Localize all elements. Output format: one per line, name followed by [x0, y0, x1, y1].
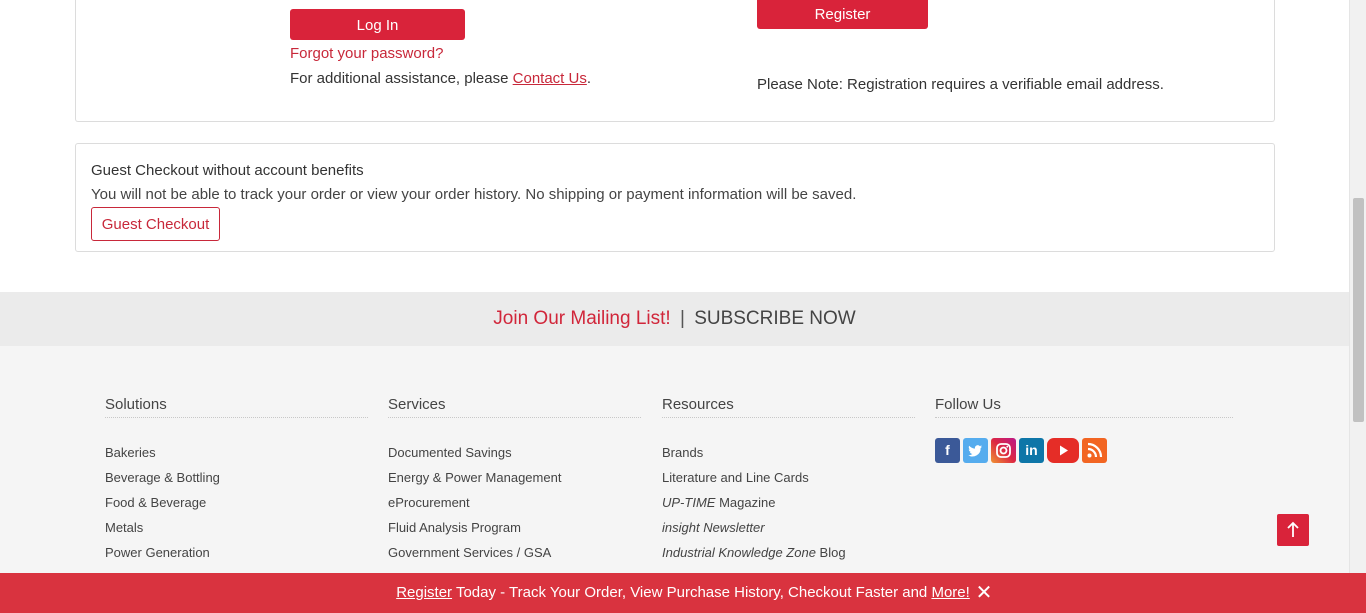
footer-link[interactable]: Fluid Analysis Program	[388, 519, 561, 544]
guest-checkout-title: Guest Checkout without account benefits	[91, 162, 364, 179]
promo-register-link[interactable]: Register	[396, 584, 452, 601]
assistance-prefix: For additional assistance, please	[290, 70, 513, 87]
footer-link[interactable]: Metals	[105, 519, 220, 544]
assistance-text: For additional assistance, please Contac…	[290, 70, 591, 87]
footer-link[interactable]: Food & Beverage	[105, 494, 220, 519]
register-button[interactable]: Register	[757, 0, 928, 29]
registration-note: Please Note: Registration requires a ver…	[757, 76, 1164, 93]
footer-link[interactable]: Energy & Power Management	[388, 469, 561, 494]
youtube-icon[interactable]	[1047, 438, 1079, 463]
footer-link[interactable]: Literature and Line Cards	[662, 469, 846, 494]
uptime-title: UP-TIME	[662, 495, 716, 510]
magazine-suffix: Magazine	[715, 495, 776, 510]
footer-link[interactable]: Beverage & Bottling	[105, 469, 220, 494]
footer-link[interactable]: UP-TIME Magazine	[662, 494, 846, 519]
promo-text: Today - Track Your Order, View Purchase …	[452, 584, 932, 601]
assistance-suffix: .	[586, 70, 592, 87]
instagram-icon[interactable]	[991, 438, 1016, 463]
mailing-list-band: Join Our Mailing List! | SUBSCRIBE NOW	[0, 292, 1349, 346]
footer-column-solutions: Solutions Bakeries Beverage & Bottling F…	[105, 396, 368, 560]
footer-heading-solutions: Solutions	[105, 396, 368, 418]
guest-checkout-button[interactable]: Guest Checkout	[91, 207, 220, 241]
footer-column-follow: Follow Us	[935, 396, 1233, 418]
footer-link[interactable]: Industrial Knowledge Zone Blog	[662, 544, 846, 569]
promo-more-link[interactable]: More!	[931, 584, 969, 601]
scrollbar-thumb[interactable]	[1353, 198, 1364, 422]
footer-link[interactable]: eProcurement	[388, 494, 561, 519]
rss-icon[interactable]	[1082, 438, 1107, 463]
footer-link[interactable]: Power Generation	[105, 544, 220, 569]
insight-title: insight	[662, 520, 700, 535]
footer-link[interactable]: Bakeries	[105, 444, 220, 469]
footer-link[interactable]: Government Services / GSA	[388, 544, 561, 569]
arrow-up-icon	[1287, 521, 1299, 537]
footer-heading-services: Services	[388, 396, 641, 418]
footer-link[interactable]: Brands	[662, 444, 846, 469]
newsletter-suffix: Newsletter	[699, 520, 765, 535]
footer-column-resources: Resources Brands Literature and Line Car…	[662, 396, 915, 560]
twitter-icon[interactable]	[963, 438, 988, 463]
footer-column-services: Services Documented Savings Energy & Pow…	[388, 396, 641, 560]
join-mailing-list-link[interactable]: Join Our Mailing List!	[493, 308, 670, 329]
contact-us-link[interactable]: Contact Us	[513, 70, 587, 87]
blog-suffix: Blog	[815, 545, 846, 560]
login-button[interactable]: Log In	[290, 9, 465, 40]
social-links: f in	[935, 438, 1107, 463]
footer-link[interactable]: Documented Savings	[388, 444, 561, 469]
register-promo-bar: Register Today - Track Your Order, View …	[0, 573, 1366, 613]
subscribe-now-link[interactable]: SUBSCRIBE NOW	[694, 308, 856, 329]
login-register-panel	[75, 0, 1275, 122]
footer-heading-resources: Resources	[662, 396, 915, 418]
close-icon[interactable]: ✕	[975, 573, 993, 613]
page-scrollbar[interactable]	[1349, 0, 1366, 613]
back-to-top-button[interactable]	[1277, 514, 1309, 546]
footer-heading-follow: Follow Us	[935, 396, 1233, 418]
footer-link[interactable]: insight Newsletter	[662, 519, 846, 544]
linkedin-icon[interactable]: in	[1019, 438, 1044, 463]
forgot-password-link[interactable]: Forgot your password?	[290, 45, 443, 62]
knowledge-zone-title: Industrial Knowledge Zone	[662, 545, 816, 560]
facebook-icon[interactable]: f	[935, 438, 960, 463]
guest-checkout-description: You will not be able to track your order…	[91, 186, 857, 203]
mailing-separator: |	[679, 308, 685, 329]
